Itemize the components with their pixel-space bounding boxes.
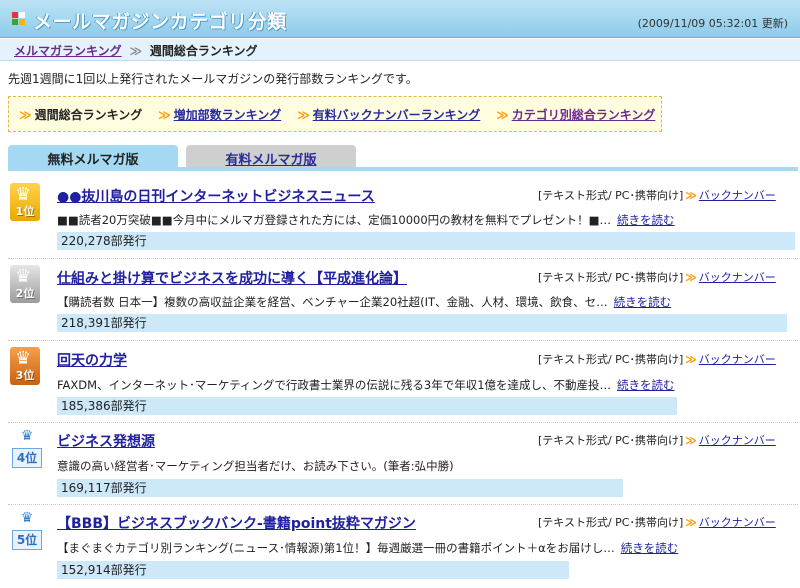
- chevron-icon: ≫: [496, 108, 509, 122]
- chevron-icon: ≫: [685, 271, 697, 284]
- chevron-icon: ≫: [19, 108, 32, 122]
- entry-title-link[interactable]: ●●抜川島の日刊インターネットビジネスニュース: [57, 186, 375, 206]
- entry-summary: 【購読者数 日本一】複数の高収益企業を経営、ベンチャー企業20社超(IT、金融、…: [57, 295, 672, 309]
- chevron-icon: ≫: [685, 353, 697, 366]
- nav-item-weekly: ≫ 週間総合ランキング: [19, 108, 143, 122]
- entry-title-link[interactable]: 回天の力学: [57, 350, 127, 370]
- page-header: メールマガジンカテゴリ分類 (2009/11/09 05:32:01 更新): [0, 0, 800, 38]
- circulation-count: 220,278部発行: [61, 234, 147, 248]
- circulation-bar: [57, 232, 795, 250]
- nav-item-increase: ≫ 増加部数ランキング: [158, 108, 281, 122]
- circulation-bar: [57, 397, 677, 415]
- backnumber-link[interactable]: バックナンバー: [699, 353, 776, 366]
- entry-divider: [8, 258, 798, 259]
- nav-link-increase[interactable]: 増加部数ランキング: [174, 108, 282, 122]
- rank-badge: ♛ 5位: [12, 510, 42, 550]
- backnumber-link[interactable]: バックナンバー: [699, 189, 776, 202]
- entry-meta: [テキスト形式/ PC･携帯向け] ≫ バックナンバー: [538, 434, 776, 447]
- updated-timestamp: (2009/11/09 05:32:01 更新): [637, 17, 788, 30]
- entry-title-link[interactable]: 仕組みと掛け算でビジネスを成功に導く【平成進化論】: [57, 268, 407, 288]
- tab-free[interactable]: 無料メルマガ版: [8, 145, 178, 168]
- entry-meta: [テキスト形式/ PC･携帯向け] ≫ バックナンバー: [538, 353, 776, 366]
- backnumber-link[interactable]: バックナンバー: [699, 434, 776, 447]
- entry-divider: [8, 422, 798, 423]
- entry-divider: [8, 340, 798, 341]
- nav-link-category[interactable]: カテゴリ別総合ランキング: [512, 108, 656, 122]
- entry-summary: 意識の高い経営者･マーケティング担当者だけ、お読み下さい。(筆者:弘中勝): [57, 459, 454, 473]
- entry-summary: 【まぐまぐカテゴリ別ランキング(ニュース･情報源)第1位！】毎週厳選一冊の書籍ポ…: [57, 541, 679, 555]
- nav-item-paid-backnumber: ≫ 有料バックナンバーランキング: [297, 108, 480, 122]
- crown-icon: ♛: [20, 428, 34, 444]
- entry-meta: [テキスト形式/ PC･携帯向け] ≫ バックナンバー: [538, 516, 776, 529]
- circulation-count: 169,117部発行: [61, 481, 147, 495]
- read-more-link[interactable]: 続きを読む: [621, 541, 679, 555]
- entry-divider: [8, 504, 798, 505]
- magazine-tabs: 無料メルマガ版 有料メルマガ版: [8, 145, 798, 171]
- chevron-icon: ≫: [158, 108, 171, 122]
- nav-item-category: ≫ カテゴリ別総合ランキング: [496, 108, 655, 122]
- circulation-count: 218,391部発行: [61, 316, 147, 330]
- breadcrumb: メルマガランキング ≫ 週間総合ランキング: [0, 39, 800, 61]
- circulation-count: 185,386部発行: [61, 399, 147, 413]
- read-more-link[interactable]: 続きを読む: [617, 213, 675, 227]
- crown-icon: ♛: [15, 348, 32, 369]
- backnumber-link[interactable]: バックナンバー: [699, 271, 776, 284]
- entry-title-link[interactable]: 【BBB】ビジネスブックバンク-書籍point抜粋マガジン: [57, 513, 416, 533]
- rank-badge-gold: ♛ 1位: [10, 183, 40, 221]
- entry-meta: [テキスト形式/ PC･携帯向け] ≫ バックナンバー: [538, 271, 776, 284]
- entry-title-link[interactable]: ビジネス発想源: [57, 431, 155, 451]
- entry-meta: [テキスト形式/ PC･携帯向け] ≫ バックナンバー: [538, 189, 776, 202]
- entry-summary: FAXDM、インターネット･マーケティングで行政書士業界の伝説に残る3年で年収1…: [57, 378, 675, 392]
- read-more-link[interactable]: 続きを読む: [614, 295, 672, 309]
- breadcrumb-link-ranking[interactable]: メルマガランキング: [14, 44, 122, 58]
- read-more-link[interactable]: 続きを読む: [617, 378, 675, 392]
- entry-summary: ■■読者20万突破■■今月中にメルマガ登録された方には、定価10000円の教材を…: [57, 213, 675, 227]
- crown-icon: ♛: [15, 184, 32, 205]
- ranking-nav: ≫ 週間総合ランキング ≫ 増加部数ランキング ≫ 有料バックナンバーランキング ≫ カ…: [8, 96, 662, 132]
- chevron-icon: ≫: [685, 189, 697, 202]
- breadcrumb-current: 週間総合ランキング: [149, 44, 258, 58]
- chevron-icon: ≫: [685, 434, 697, 447]
- crown-icon: ♛: [15, 266, 32, 287]
- nav-link-paid-backnumber[interactable]: 有料バックナンバーランキング: [313, 108, 481, 122]
- logo-icon: [12, 12, 26, 26]
- rank-badge-bronze: ♛ 3位: [10, 347, 40, 385]
- breadcrumb-separator-icon: ≫: [129, 44, 143, 58]
- crown-icon: ♛: [20, 510, 34, 526]
- chevron-icon: ≫: [297, 108, 310, 122]
- rank-badge: ♛ 4位: [12, 428, 42, 468]
- circulation-count: 152,914部発行: [61, 563, 147, 577]
- page-description: 先週1週間に1回以上発行されたメールマガジンの発行部数ランキングです。: [8, 72, 418, 86]
- circulation-bar: [57, 314, 787, 332]
- backnumber-link[interactable]: バックナンバー: [699, 516, 776, 529]
- page-title: メールマガジンカテゴリ分類: [33, 11, 287, 33]
- rank-badge-silver: ♛ 2位: [10, 265, 40, 303]
- chevron-icon: ≫: [685, 516, 697, 529]
- tab-paid[interactable]: 有料メルマガ版: [186, 145, 356, 168]
